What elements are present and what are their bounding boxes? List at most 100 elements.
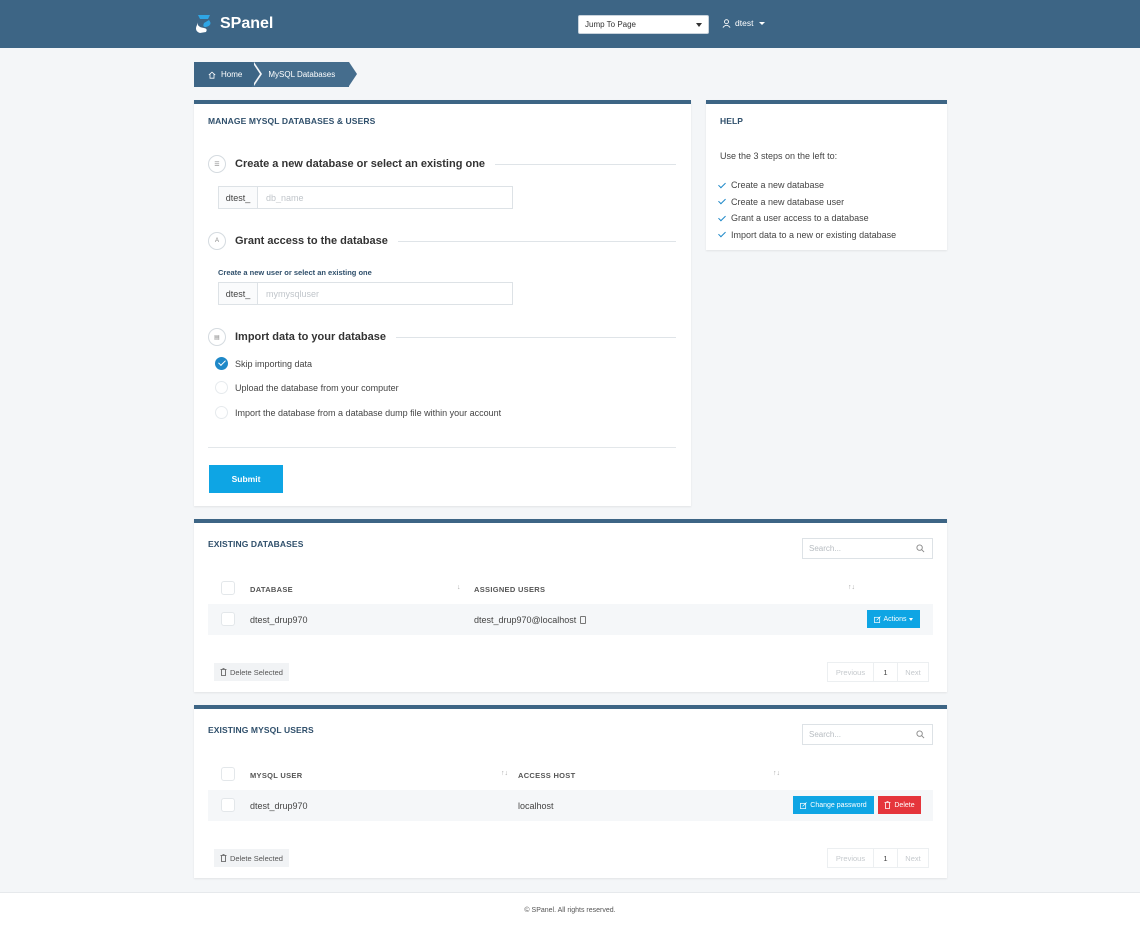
radio-import-dump[interactable]: Import the database from a database dump… <box>215 406 501 419</box>
delete-selected-users-button[interactable]: Delete Selected <box>214 849 289 867</box>
manage-panel-title: MANAGE MYSQL DATABASES & USERS <box>208 116 376 126</box>
step-2-header: A Grant access to the database <box>208 232 676 250</box>
delete-user-button[interactable]: Delete <box>878 796 921 814</box>
change-password-label: Change password <box>810 801 867 809</box>
step-3-title: Import data to your database <box>235 331 386 343</box>
submit-button[interactable]: Submit <box>209 465 283 493</box>
users-pagination: Previous 1 Next <box>827 848 929 868</box>
select-all-checkbox[interactable] <box>221 767 235 781</box>
username: dtest <box>735 18 754 28</box>
sort-icon[interactable]: ↑↓ <box>501 770 508 777</box>
step-1-title: Create a new database or select an exist… <box>235 158 486 170</box>
mysql-user-group: dtest_ <box>218 282 513 305</box>
change-password-button[interactable]: Change password <box>793 796 874 814</box>
manage-panel: MANAGE MYSQL DATABASES & USERS ☰ Create … <box>194 100 691 506</box>
column-database[interactable]: DATABASE <box>250 585 293 594</box>
help-intro: Use the 3 steps on the left to: <box>720 151 838 161</box>
existing-users-panel: EXISTING MYSQL USERS MYSQL USER ↑↓ ACCES… <box>194 705 947 878</box>
user-icon <box>722 18 731 28</box>
step-3-header: ▤ Import data to your database <box>208 328 676 346</box>
check-icon <box>718 229 726 238</box>
brand-name: SPanel <box>220 15 274 32</box>
trash-icon <box>220 854 227 862</box>
search-icon[interactable] <box>916 544 925 553</box>
database-icon: ☰ <box>208 155 226 173</box>
brand-logo[interactable]: SPanel <box>194 13 273 35</box>
existing-databases-panel: EXISTING DATABASES DATABASE ↓ ASSIGNED U… <box>194 519 947 692</box>
radio-upload-db[interactable]: Upload the database from your computer <box>215 381 399 394</box>
help-item: Grant a user access to a database <box>718 210 896 227</box>
sort-icon[interactable]: ↑↓ <box>773 770 780 777</box>
pagination-previous[interactable]: Previous <box>827 662 874 682</box>
caret-down-icon <box>759 21 766 25</box>
mysql-user-input[interactable] <box>258 283 512 304</box>
users-search-input[interactable] <box>803 730 916 739</box>
footer: © SPanel. All rights reserved. <box>0 892 1140 927</box>
step-divider <box>397 240 676 242</box>
radio-unchecked-icon <box>215 381 228 394</box>
breadcrumb-current-label: MySQL Databases <box>268 70 336 79</box>
check-icon <box>718 196 726 205</box>
sort-icon[interactable]: ↑↓ <box>848 584 855 591</box>
edit-icon <box>800 801 808 809</box>
trash-icon <box>884 801 891 809</box>
row-checkbox[interactable] <box>221 612 235 626</box>
step-2-title: Grant access to the database <box>235 235 388 247</box>
breadcrumb-home[interactable]: Home <box>194 62 263 87</box>
actions-button[interactable]: Actions <box>867 610 920 628</box>
mysql-user-name: dtest_drup970 <box>250 801 308 811</box>
footer-copyright: © SPanel. All rights reserved. <box>524 907 616 914</box>
column-assigned-users[interactable]: ASSIGNED USERS <box>474 585 545 594</box>
help-list: Create a new database Create a new datab… <box>718 177 896 243</box>
trash-icon <box>220 668 227 676</box>
caret-down-icon <box>909 617 914 621</box>
database-name: dtest_drup970 <box>250 615 308 625</box>
databases-search-input[interactable] <box>803 544 916 553</box>
radio-label: Upload the database from your computer <box>235 382 399 393</box>
jump-to-page-select[interactable]: Jump To Page <box>578 15 709 34</box>
pagination-page[interactable]: 1 <box>874 662 897 682</box>
user-menu[interactable]: dtest <box>722 18 766 28</box>
pagination-next[interactable]: Next <box>897 662 929 682</box>
help-item: Import data to a new or existing databas… <box>718 227 896 244</box>
top-bar: SPanel Jump To Page dtest <box>0 0 1140 48</box>
select-all-checkbox[interactable] <box>221 581 235 595</box>
user-sublabel: Create a new user or select an existing … <box>218 268 372 277</box>
search-icon[interactable] <box>916 730 925 739</box>
copy-icon[interactable] <box>580 616 587 624</box>
breadcrumb: Home MySQL Databases <box>194 62 358 87</box>
pagination-next[interactable]: Next <box>897 848 929 868</box>
assigned-user-cell: dtest_drup970@localhost <box>474 615 587 625</box>
column-mysql-user[interactable]: MYSQL USER <box>250 771 302 780</box>
check-icon <box>718 213 726 222</box>
home-icon <box>208 71 216 79</box>
radio-unchecked-icon <box>215 406 228 419</box>
pagination-page[interactable]: 1 <box>874 848 897 868</box>
radio-label: Skip importing data <box>235 358 313 369</box>
row-checkbox[interactable] <box>221 798 235 812</box>
radio-checked-icon <box>215 357 228 370</box>
step-divider <box>495 163 676 165</box>
actions-label: Actions <box>883 615 907 623</box>
column-access-host[interactable]: ACCESS HOST <box>518 771 575 780</box>
delete-selected-label: Delete Selected <box>230 667 283 677</box>
spanel-logo-icon <box>196 15 211 33</box>
db-name-input[interactable] <box>258 187 512 208</box>
help-item-text: Grant a user access to a database <box>731 213 869 224</box>
databases-pagination: Previous 1 Next <box>827 662 929 682</box>
databases-search <box>802 538 933 559</box>
delete-selected-databases-button[interactable]: Delete Selected <box>214 663 289 681</box>
sort-icon[interactable]: ↓ <box>457 584 461 591</box>
help-panel: HELP Use the 3 steps on the left to: Cre… <box>706 100 947 250</box>
users-search <box>802 724 933 745</box>
db-name-group: dtest_ <box>218 186 513 209</box>
assigned-user: dtest_drup970@localhost <box>474 615 577 625</box>
pagination-previous[interactable]: Previous <box>827 848 874 868</box>
access-host: localhost <box>518 801 554 811</box>
radio-skip-import[interactable]: Skip importing data <box>215 357 312 370</box>
radio-label: Import the database from a database dump… <box>235 407 502 418</box>
help-item-text: Create a new database <box>731 180 825 191</box>
delete-selected-label: Delete Selected <box>230 853 283 863</box>
edit-icon <box>873 615 881 623</box>
chevron-down-icon <box>696 23 702 27</box>
